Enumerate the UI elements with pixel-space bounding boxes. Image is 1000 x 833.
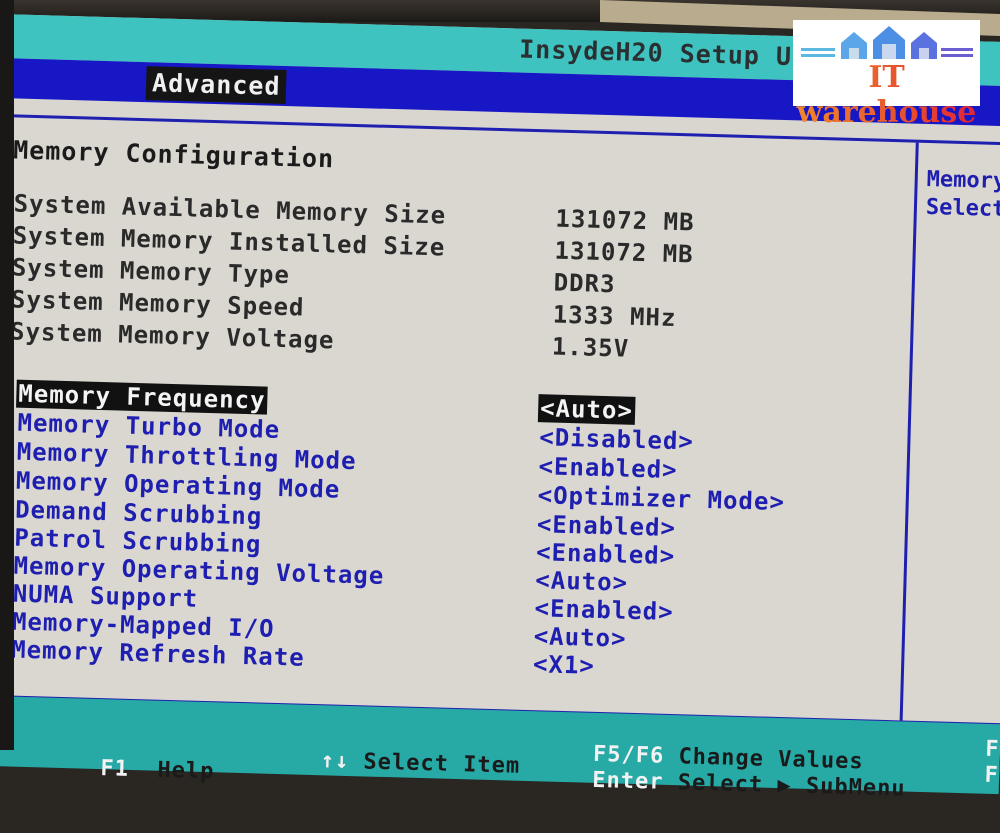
info-value: DDR3 — [553, 268, 616, 299]
key-hint-select-item: ↑↓ Select Item — [234, 721, 521, 804]
option-value[interactable]: <Enabled> — [532, 594, 676, 626]
info-value: 131072 MB — [554, 236, 694, 269]
arrow-keys-icon: ↑↓ — [320, 748, 350, 775]
option-value[interactable]: <Enabled> — [536, 452, 680, 484]
key-hint-enter: Enter Select ▶ SubMenu — [506, 740, 907, 826]
monitor-bezel-left — [0, 0, 14, 750]
settings-panel: Memory Configuration System Available Me… — [0, 114, 1000, 727]
option-value[interactable]: <Enabled> — [534, 538, 678, 570]
enter-key: Enter — [591, 767, 664, 795]
option-value[interactable]: <Enabled> — [535, 510, 679, 542]
info-value: 1.35V — [551, 332, 630, 363]
info-value: 1333 MHz — [552, 300, 677, 332]
key-hint-help: F1 Help — [14, 729, 215, 810]
watermark-text: IT warehouse — [793, 60, 980, 130]
option-value[interactable]: <X1> — [531, 650, 598, 680]
key-hint-f10: F10 — [898, 735, 1000, 814]
f10-key: F10 — [984, 762, 1000, 789]
option-value[interactable]: <Auto> — [533, 566, 630, 597]
help-panel-divider — [899, 142, 919, 721]
section-title: Memory Configuration — [12, 135, 335, 174]
help-label: Help — [157, 757, 215, 785]
option-value[interactable]: <Disabled> — [537, 423, 696, 455]
help-text-line1: Memory — [926, 166, 1000, 195]
warehouse-houses-icon — [801, 26, 973, 59]
watermark-logo: IT warehouse — [793, 20, 980, 130]
help-text-line2: Select — [925, 194, 1000, 223]
f1-key: F1 — [100, 756, 130, 782]
info-value: 131072 MB — [555, 204, 695, 237]
select-submenu-label: Select ▶ SubMenu — [677, 770, 906, 802]
tab-advanced[interactable]: Advanced — [145, 66, 287, 105]
select-item-label: Select Item — [363, 749, 521, 779]
bios-title: InsydeH20 Setup U — [518, 34, 793, 72]
option-value[interactable]: <Auto> — [537, 394, 636, 425]
option-value[interactable]: <Auto> — [531, 622, 628, 653]
